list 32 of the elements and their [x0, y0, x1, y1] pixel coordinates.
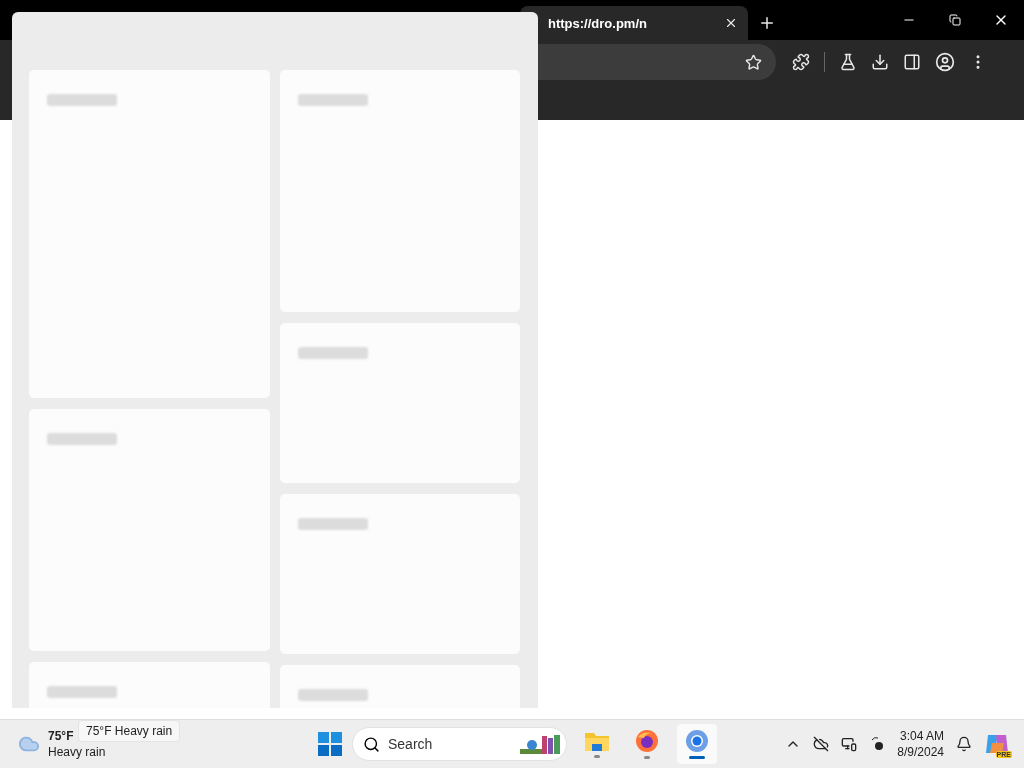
monitor-icon[interactable] — [841, 736, 858, 752]
skeleton-bar — [297, 94, 368, 106]
skeleton-bar — [47, 686, 117, 698]
close-icon[interactable] — [724, 16, 738, 30]
weather-tooltip: 75°F Heavy rain — [78, 720, 181, 742]
puzzle-icon[interactable] — [792, 53, 810, 71]
flask-icon[interactable] — [839, 53, 857, 71]
firefox-icon — [635, 729, 659, 753]
skeleton-bar — [47, 94, 117, 106]
side-panel-icon[interactable] — [903, 53, 921, 71]
download-icon[interactable] — [871, 53, 889, 71]
tab-title: https://dro.pm/n — [548, 15, 647, 31]
star-icon[interactable] — [745, 53, 762, 71]
windows-start-icon[interactable] — [318, 732, 342, 756]
search-icon — [363, 735, 380, 753]
bell-icon[interactable] — [956, 736, 972, 752]
browser-tab[interactable]: https://dro.pm/n — [520, 6, 748, 40]
folder-icon — [584, 730, 610, 752]
clock[interactable]: 3:04 AM 8/9/2024 — [897, 728, 944, 760]
chrome-icon — [685, 729, 709, 753]
skeleton-bar — [297, 689, 368, 701]
taskbar-app[interactable] — [677, 724, 717, 764]
temperature: 75°F — [48, 728, 74, 744]
cloud-off-icon[interactable] — [813, 736, 830, 752]
date: 8/9/2024 — [897, 744, 944, 760]
search-field[interactable]: Search — [352, 727, 567, 761]
time: 3:04 AM — [899, 728, 944, 744]
skeleton-bar — [297, 518, 368, 530]
skeleton-bar — [297, 347, 368, 359]
profile-icon[interactable] — [935, 52, 955, 72]
skeleton-bar — [47, 433, 117, 445]
weather-condition: Heavy rain — [48, 744, 106, 760]
